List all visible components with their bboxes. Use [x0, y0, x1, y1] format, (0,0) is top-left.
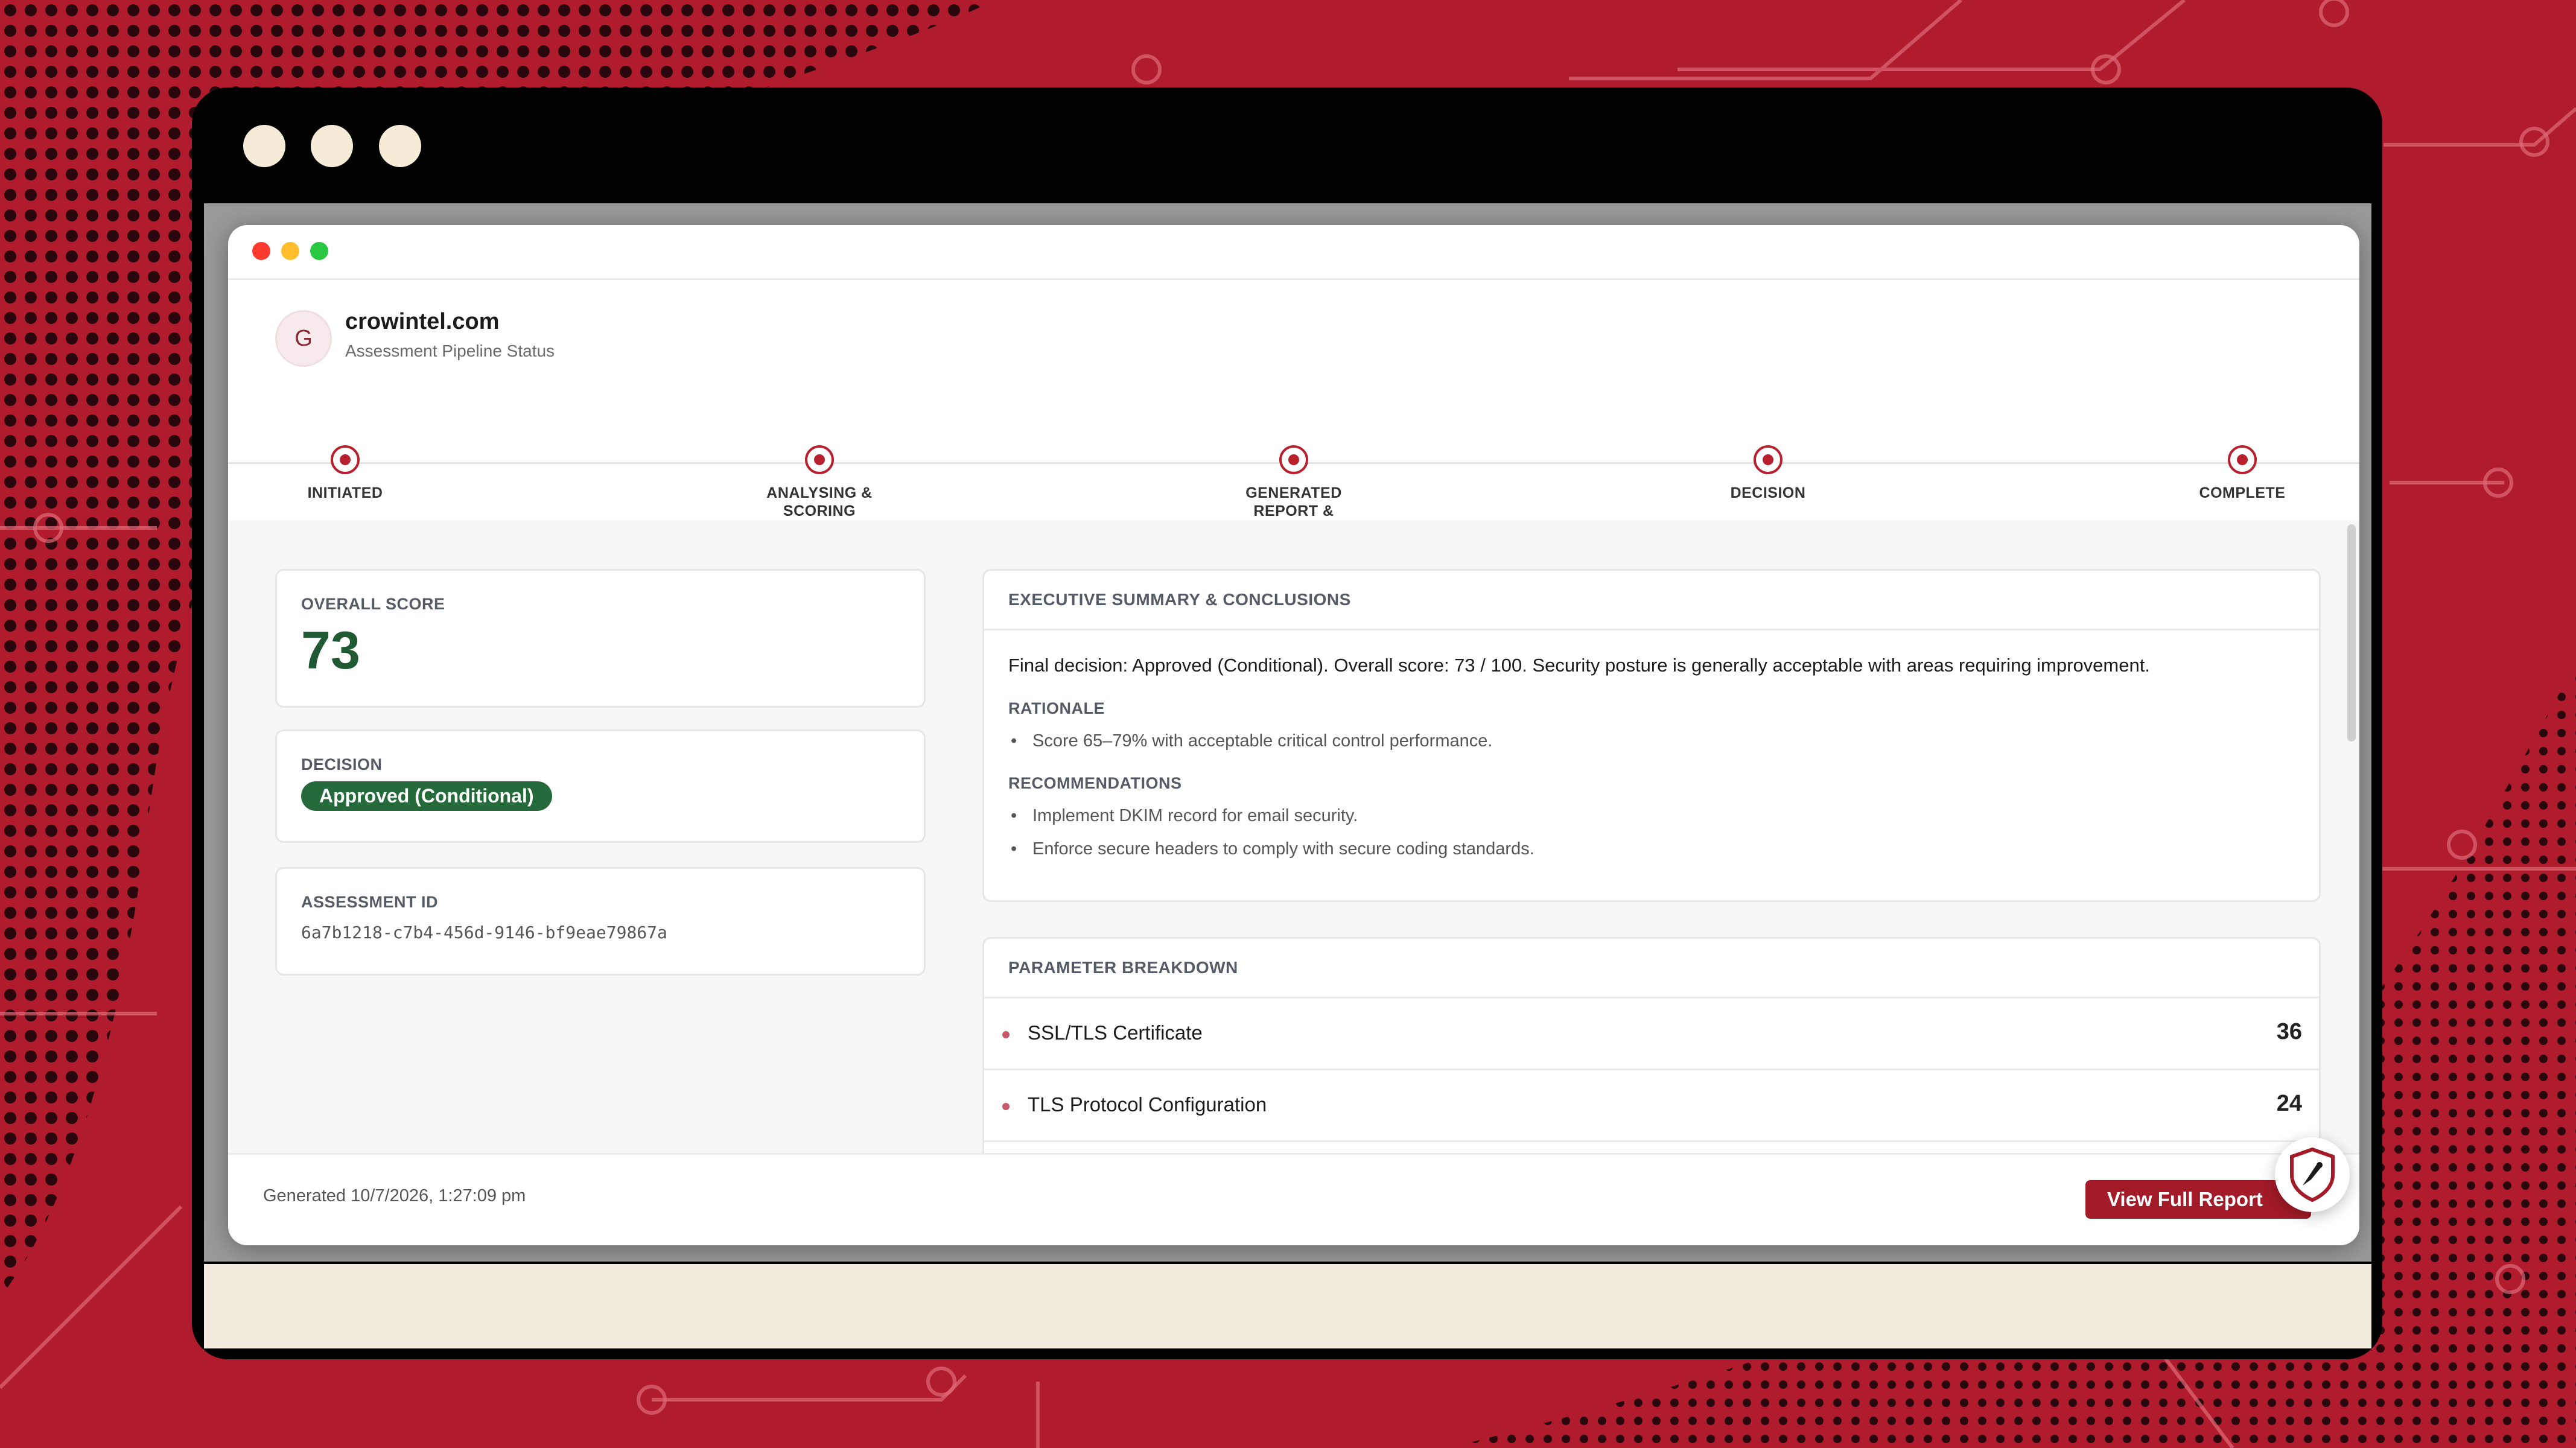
decision-badge: Approved (Conditional): [301, 781, 552, 811]
parameter-name: TLS Protocol Configuration: [1028, 1093, 1267, 1116]
avatar: G: [275, 310, 332, 367]
executive-summary-title: EXECUTIVE SUMMARY & CONCLUSIONS: [984, 571, 2319, 630]
overall-score-card: OVERALL SCORE 73: [275, 569, 926, 708]
final-decision-text: Final decision: Approved (Conditional). …: [1008, 655, 2150, 676]
shield-graphic: [2290, 1147, 2335, 1202]
step-indicator: [331, 445, 360, 474]
parameter-row[interactable]: SSL/TLS Certificate 36: [984, 999, 2319, 1070]
step-initiated: INITIATED: [243, 445, 448, 502]
minimize-dot[interactable]: [281, 242, 299, 260]
score-value: 73: [301, 620, 360, 680]
assessment-id-card: ASSESSMENT ID 6a7b1218-c7b4-456d-9146-bf…: [275, 867, 926, 976]
step-label: COMPLETE: [2199, 484, 2286, 501]
device-bottom-panel: [204, 1262, 2371, 1348]
results-body[interactable]: OVERALL SCORE 73 DECISION Approved (Cond…: [228, 521, 2359, 1154]
step-complete: COMPLETE: [2140, 445, 2345, 502]
decision-label: DECISION: [301, 755, 383, 773]
rationale-item: Score 65–79% with acceptable critical co…: [1008, 731, 2295, 751]
executive-summary-card: EXECUTIVE SUMMARY & CONCLUSIONS Final de…: [982, 569, 2321, 902]
view-full-report-label: View Full Report: [2107, 1188, 2263, 1210]
assessment-id-label: ASSESSMENT ID: [301, 893, 439, 911]
window-footer: Generated 10/7/2026, 1:27:09 pm View Ful…: [228, 1153, 2359, 1245]
domain-title: crowintel.com: [345, 309, 500, 334]
parameter-row[interactable]: TLS Protocol Configuration 24: [984, 1070, 2319, 1142]
parameter-breakdown-title: PARAMETER BREAKDOWN: [984, 939, 2319, 999]
step-indicator: [1754, 445, 1783, 474]
device-frame: G crowintel.com Assessment Pipeline Stat…: [192, 87, 2382, 1359]
recommendation-item: Implement DKIM record for email security…: [1008, 806, 2295, 826]
step-analysing: ANALYSING & SCORING: [717, 445, 922, 520]
parameter-breakdown-card: PARAMETER BREAKDOWN SSL/TLS Certificate …: [982, 937, 2321, 1154]
bullet-dot-icon: [1002, 1031, 1010, 1038]
close-dot[interactable]: [252, 242, 270, 260]
parameter-score: 24: [2276, 1091, 2302, 1116]
parameter-name: SSL/TLS Certificate: [1028, 1021, 1203, 1044]
assessment-window: G crowintel.com Assessment Pipeline Stat…: [228, 225, 2359, 1245]
pipeline-header: G crowintel.com Assessment Pipeline Stat…: [228, 280, 2359, 538]
device-screen: G crowintel.com Assessment Pipeline Stat…: [204, 203, 2371, 1348]
decision-card: DECISION Approved (Conditional): [275, 729, 926, 843]
pipeline-subtitle: Assessment Pipeline Status: [345, 341, 555, 360]
assessment-id-value: 6a7b1218-c7b4-456d-9146-bf9eae79867a: [301, 922, 667, 942]
step-label: INITIATED: [307, 484, 383, 501]
rationale-heading: RATIONALE: [1008, 699, 1105, 717]
step-indicator: [1279, 445, 1308, 474]
device-dot-1: [243, 125, 285, 167]
generated-timestamp: Generated 10/7/2026, 1:27:09 pm: [263, 1186, 526, 1205]
crow-shield-icon[interactable]: [2275, 1137, 2350, 1212]
parameter-score: 36: [2276, 1019, 2302, 1044]
score-label: OVERALL SCORE: [301, 595, 445, 613]
step-label: DECISION: [1730, 484, 1806, 501]
step-indicator: [805, 445, 834, 474]
step-label: ANALYSING & SCORING: [766, 484, 873, 519]
scrollbar-thumb[interactable]: [2347, 524, 2356, 741]
device-dot-3: [379, 125, 421, 167]
maximize-dot[interactable]: [310, 242, 328, 260]
step-indicator: [2228, 445, 2257, 474]
recommendation-item: Enforce secure headers to comply with se…: [1008, 839, 2295, 859]
step-decision: DECISION: [1665, 445, 1871, 502]
bullet-dot-icon: [1002, 1103, 1010, 1110]
window-titlebar: [228, 225, 2359, 280]
device-dot-2: [311, 125, 353, 167]
recommendations-heading: RECOMMENDATIONS: [1008, 774, 1182, 792]
